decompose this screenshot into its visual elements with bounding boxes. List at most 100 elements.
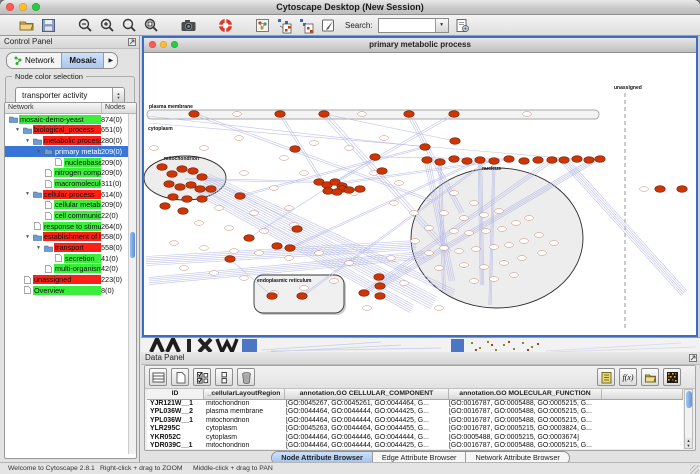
save-icon[interactable]: [40, 17, 57, 34]
network-node-highlighted[interactable]: [435, 159, 445, 166]
tree-expand-icon[interactable]: ▼: [25, 234, 30, 240]
tree-row[interactable]: ▼cellular process614(0): [5, 189, 136, 200]
network-node[interactable]: [210, 271, 219, 276]
network-node[interactable]: [460, 216, 469, 221]
vizmapper-icon[interactable]: [254, 17, 271, 34]
tree-expand-icon[interactable]: ▼: [36, 149, 41, 155]
search-config-icon[interactable]: [454, 17, 471, 34]
tree-row[interactable]: nucleobase-containing compound209(0): [5, 157, 136, 168]
network-node-highlighted[interactable]: [462, 158, 472, 165]
tree-row[interactable]: macromolecule metabolic311(0): [5, 178, 136, 189]
table-column-header[interactable]: annotation.GO MOLECULAR_FUNCTION: [449, 389, 602, 399]
network-node[interactable]: [518, 256, 527, 261]
network-node[interactable]: [470, 201, 479, 206]
network-node-highlighted[interactable]: [182, 196, 192, 203]
network-node[interactable]: [330, 279, 339, 284]
resize-grip[interactable]: [690, 465, 699, 474]
network-node-highlighted[interactable]: [489, 158, 499, 165]
network-node[interactable]: [435, 266, 444, 271]
annotation-icon[interactable]: [320, 17, 337, 34]
table-row[interactable]: YPL036W__2plasma membrane[GO:0044464, GO…: [147, 408, 683, 416]
network-node[interactable]: [400, 281, 409, 286]
network-node-highlighted[interactable]: [355, 186, 365, 193]
network-node[interactable]: [440, 246, 449, 251]
network-node-highlighted[interactable]: [164, 181, 174, 188]
open-icon[interactable]: [18, 17, 35, 34]
zoom-in-icon[interactable]: [99, 17, 116, 34]
network-node[interactable]: [345, 146, 354, 151]
tree-row[interactable]: ▼biological_process651(0): [5, 125, 136, 136]
network-node[interactable]: [255, 251, 264, 256]
table-scrollbar-thumb[interactable]: [686, 391, 692, 408]
table-column-header[interactable]: ID: [147, 389, 204, 399]
new-attribute-icon[interactable]: [171, 368, 189, 386]
network-node-highlighted[interactable]: [275, 111, 285, 118]
network-node-highlighted[interactable]: [195, 186, 205, 193]
tab-mosaic[interactable]: Mosaic: [62, 53, 104, 68]
network-node-highlighted[interactable]: [188, 168, 198, 175]
network-node-highlighted[interactable]: [449, 111, 459, 118]
tab-network[interactable]: Network: [7, 53, 62, 68]
network-node-highlighted[interactable]: [272, 243, 282, 250]
network-node-highlighted[interactable]: [547, 157, 557, 164]
network-node[interactable]: [465, 231, 474, 236]
network-node[interactable]: [260, 229, 269, 234]
network-node[interactable]: [538, 251, 547, 256]
network-node[interactable]: [387, 256, 396, 261]
network-node[interactable]: [230, 249, 239, 254]
network-node[interactable]: [450, 229, 459, 234]
float-panel-icon[interactable]: [128, 38, 136, 46]
network-node-highlighted[interactable]: [189, 111, 199, 118]
network-node-highlighted[interactable]: [504, 156, 514, 163]
network-node-highlighted[interactable]: [160, 203, 170, 210]
network-node-highlighted[interactable]: [559, 157, 569, 164]
table-column-header[interactable]: _cellularLayoutRegion: [204, 389, 285, 399]
search-dropdown-button[interactable]: ▼: [435, 19, 448, 32]
tree-row[interactable]: mosaic-demo-yeast874(0): [5, 114, 136, 125]
network-node[interactable]: [310, 141, 319, 146]
network-node-highlighted[interactable]: [375, 293, 385, 300]
network-node-highlighted[interactable]: [475, 157, 485, 164]
network-node[interactable]: [505, 243, 514, 248]
tree-row[interactable]: response to stimulus264(0): [5, 221, 136, 232]
network-node[interactable]: [233, 112, 242, 117]
network-node-highlighted[interactable]: [677, 186, 687, 193]
import-attributes-icon[interactable]: [641, 368, 659, 386]
network-node[interactable]: [285, 256, 294, 261]
network-node-highlighted[interactable]: [267, 293, 277, 300]
float-data-panel-icon[interactable]: [689, 354, 697, 362]
network-node-highlighted[interactable]: [332, 189, 342, 196]
network-node-highlighted[interactable]: [595, 156, 605, 163]
network-node[interactable]: [472, 247, 481, 252]
tree-row[interactable]: multi-organism process42(0): [5, 264, 136, 275]
network-node[interactable]: [200, 246, 209, 251]
tree-expand-icon[interactable]: ▼: [25, 191, 30, 197]
tree-row[interactable]: ▼primary metabolic process209(0): [5, 146, 136, 157]
network-node[interactable]: [510, 273, 519, 278]
network-node[interactable]: [455, 249, 464, 254]
table-row[interactable]: YDR039C__1mitochondrion[GO:0044464, GO:0…: [147, 442, 683, 449]
network-canvas[interactable]: plasma membranecytoplasmmitochondrionnuc…: [144, 53, 692, 333]
network-node[interactable]: [300, 171, 309, 176]
network-node-highlighted[interactable]: [297, 293, 307, 300]
network-node[interactable]: [345, 261, 354, 266]
tree-column-nodes[interactable]: Nodes: [102, 103, 136, 113]
network-node[interactable]: [450, 191, 459, 196]
network-node-highlighted[interactable]: [377, 168, 387, 175]
network-node[interactable]: [363, 306, 372, 311]
network-node[interactable]: [215, 206, 224, 211]
network-node-highlighted[interactable]: [519, 158, 529, 165]
network-node[interactable]: [520, 239, 529, 244]
tree-row[interactable]: ▼establishment of localization558(0): [5, 232, 136, 243]
network-node-highlighted[interactable]: [186, 182, 196, 189]
tree-expand-icon[interactable]: ▼: [15, 127, 20, 133]
tree-row[interactable]: ▼metabolic process280(0): [5, 135, 136, 146]
select-attributes-icon[interactable]: [193, 368, 211, 386]
network-node[interactable]: [523, 112, 532, 117]
layout-nodes-icon[interactable]: [276, 17, 293, 34]
network-node[interactable]: [425, 226, 434, 231]
tree-row[interactable]: secretion41(0): [5, 253, 136, 264]
tree-row[interactable]: cellular metabolic process209(0): [5, 200, 136, 211]
network-node[interactable]: [512, 221, 521, 226]
network-node-highlighted[interactable]: [370, 154, 380, 161]
